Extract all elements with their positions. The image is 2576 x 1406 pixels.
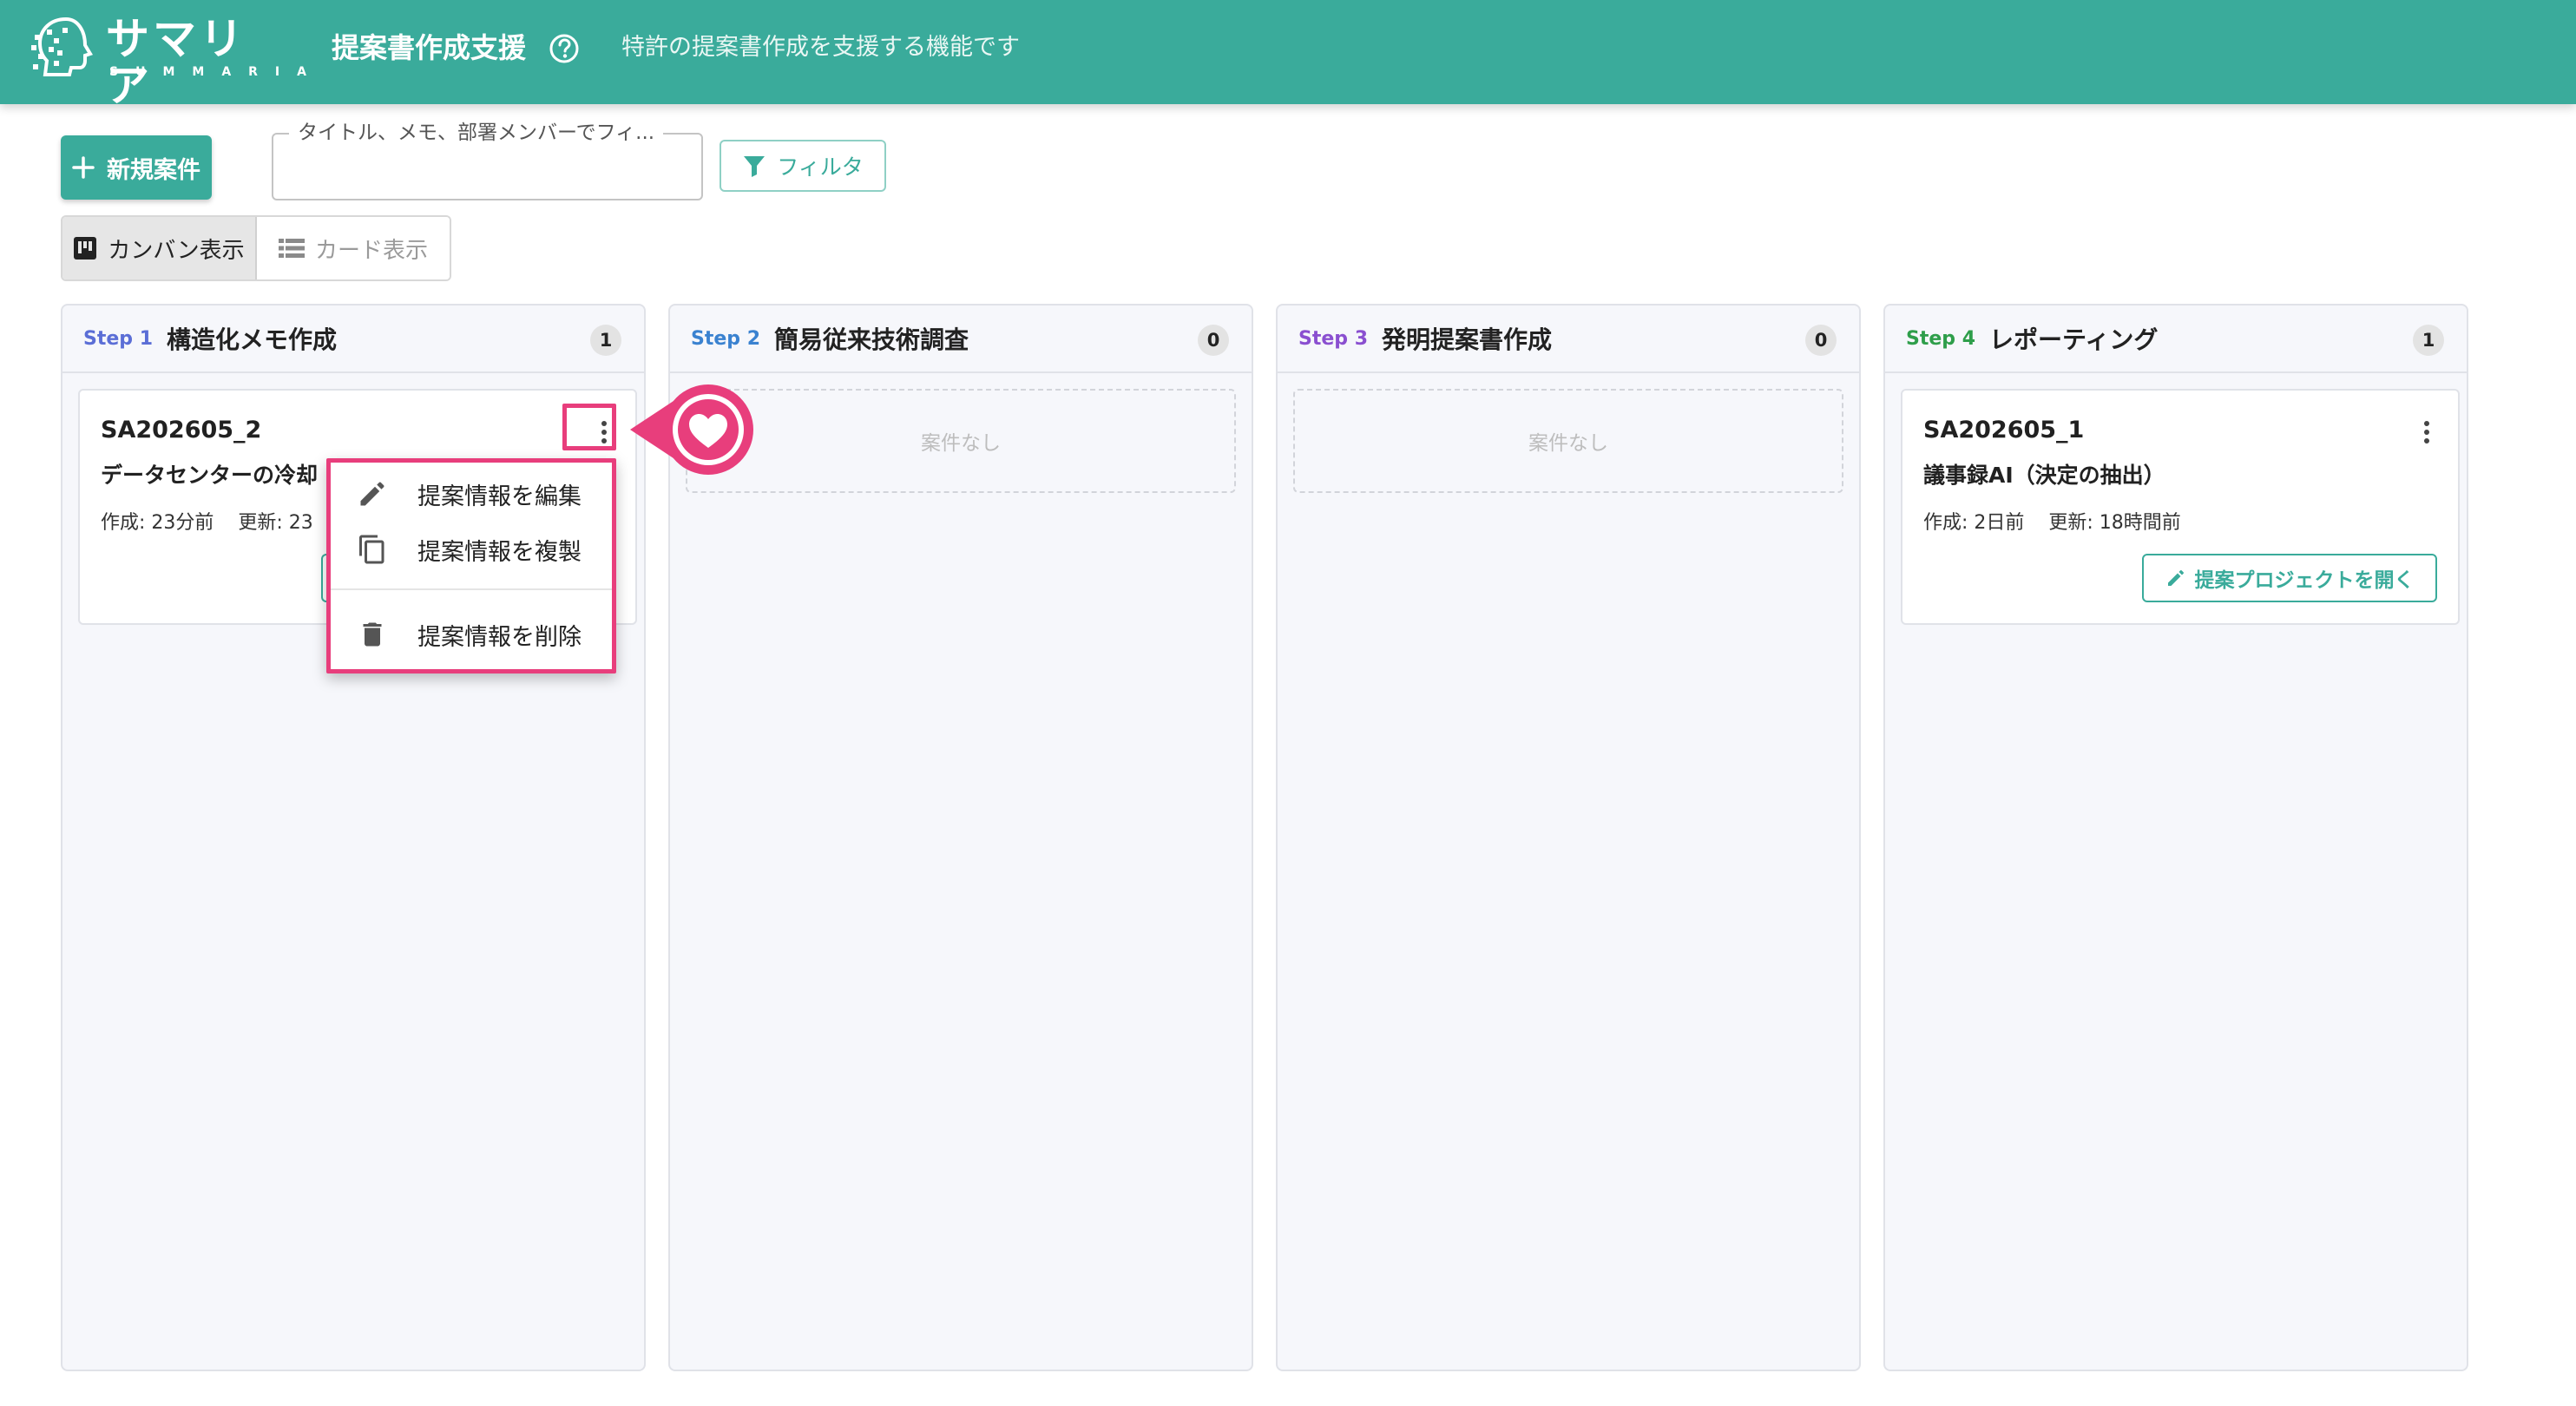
menu-item-label: 提案情報を編集 (417, 483, 582, 510)
column-header: Step 1 構造化メモ作成 1 (62, 306, 644, 373)
new-case-button[interactable]: 新規案件 (61, 135, 212, 200)
page-description: 特許の提案書作成を支援する機能です (621, 34, 1020, 61)
logo-head-icon (31, 16, 93, 76)
kebab-highlight-frame (562, 404, 616, 450)
step-label: Step 2 (691, 327, 760, 350)
updated-time: 更新: 18時間前 (2048, 512, 2181, 534)
kanban-view-label: カンバン表示 (108, 237, 245, 264)
step-label: Step 1 (83, 327, 153, 350)
menu-item-delete[interactable]: 提案情報を削除 (331, 610, 612, 659)
created-time: 作成: 23分前 (101, 512, 214, 534)
case-timestamps: 作成: 23分前 更新: 23 (101, 507, 313, 535)
page-title: 提案書作成支援 (332, 31, 527, 64)
heart-callout-icon (630, 384, 753, 475)
created-time: 作成: 2日前 (1923, 512, 2025, 534)
help-circle-icon[interactable] (549, 33, 580, 64)
plus-icon (72, 156, 95, 179)
search-label: タイトル、メモ、部署メンバーでフィ... (289, 120, 664, 146)
count-badge: 1 (2413, 325, 2444, 356)
case-id: SA202605_1 (1923, 417, 2085, 443)
search-input[interactable]: タイトル、メモ、部署メンバーでフィ... (272, 120, 703, 200)
column-header: Step 3 発明提案書作成 0 (1278, 306, 1859, 373)
filter-label: フィルタ (777, 154, 864, 180)
column-header: Step 2 簡易従来技術調査 0 (670, 306, 1252, 373)
menu-item-edit[interactable]: 提案情報を編集 (331, 470, 612, 518)
empty-placeholder: 案件なし (1293, 389, 1843, 493)
trash-icon (363, 622, 382, 647)
kanban-column-step3: Step 3 発明提案書作成 0 案件なし (1276, 304, 1861, 1371)
case-id: SA202605_2 (101, 417, 262, 443)
column-title: 発明提案書作成 (1382, 325, 1553, 354)
list-icon (278, 239, 305, 258)
kanban-icon (74, 237, 97, 260)
logo-text: サマリア (106, 14, 246, 111)
menu-item-duplicate[interactable]: 提案情報を複製 (331, 525, 612, 574)
card-view-button[interactable]: カード表示 (257, 217, 450, 279)
step-label: Step 3 (1298, 327, 1368, 350)
column-header: Step 4 レポーティング 1 (1885, 306, 2467, 373)
logo-subtext: SUMMARIA (109, 65, 324, 79)
view-toggle: カンバン表示 カード表示 (61, 215, 451, 281)
case-timestamps: 作成: 2日前 更新: 18時間前 (1923, 507, 2181, 535)
empty-placeholder: 案件なし (686, 389, 1236, 493)
menu-item-label: 提案情報を削除 (417, 623, 582, 651)
count-badge: 0 (1805, 325, 1837, 356)
column-title: 簡易従来技術調査 (774, 325, 969, 354)
app-header: サマリア SUMMARIA 提案書作成支援 特許の提案書作成を支援する機能です (0, 0, 2576, 109)
count-badge: 0 (1198, 325, 1229, 356)
column-title: 構造化メモ作成 (167, 325, 338, 354)
card-view-label: カード表示 (314, 237, 428, 264)
case-title: 議事録AI（決定の抽出） (1923, 463, 2165, 488)
copy-icon (359, 535, 384, 564)
menu-item-label: 提案情報を複製 (417, 538, 582, 566)
pencil-icon (2167, 570, 2184, 586)
open-project-button[interactable]: 提案プロジェクトを開く (2142, 554, 2437, 602)
menu-divider (331, 588, 612, 590)
card-menu-button[interactable] (2411, 417, 2442, 448)
step-label: Step 4 (1906, 327, 1975, 350)
summaria-logo[interactable]: サマリア SUMMARIA (31, 16, 306, 109)
filter-icon (744, 156, 766, 177)
filter-button[interactable]: フィルタ (720, 140, 886, 192)
case-title: データセンターの冷却 (101, 463, 319, 488)
open-project-label: 提案プロジェクトを開く (2194, 569, 2415, 592)
card-context-menu: 提案情報を編集 提案情報を複製 提案情報を削除 (326, 458, 616, 673)
column-title: レポーティング (1989, 325, 2159, 354)
more-vertical-icon (2424, 421, 2429, 443)
updated-time: 更新: 23 (238, 512, 313, 534)
pencil-icon (360, 482, 384, 506)
count-badge: 1 (590, 325, 621, 356)
kanban-view-button[interactable]: カンバン表示 (62, 217, 257, 279)
case-card[interactable]: SA202605_1 議事録AI（決定の抽出） 作成: 2日前 更新: 18時間… (1901, 389, 2460, 625)
kanban-column-step4: Step 4 レポーティング 1 SA202605_1 議事録AI（決定の抽出）… (1883, 304, 2468, 1371)
new-case-label: 新規案件 (107, 156, 200, 184)
